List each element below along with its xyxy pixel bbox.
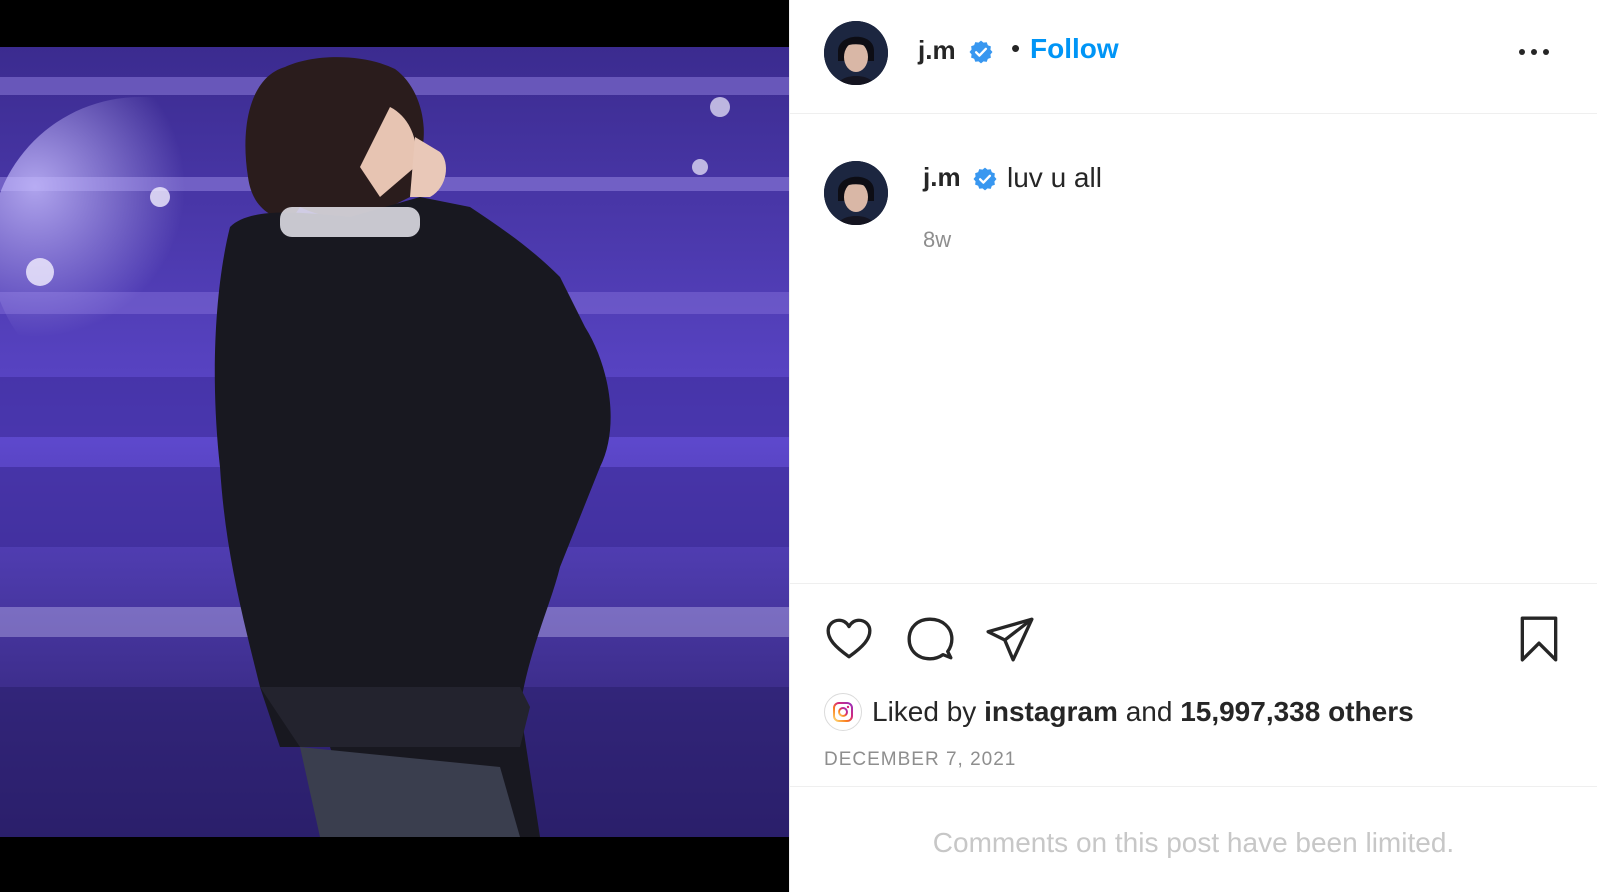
post-sidebar: j.m • Follow j.m luv u all 8w Liked by i…: [789, 0, 1597, 892]
photo-illustration: [0, 47, 789, 837]
follow-button[interactable]: Follow: [1030, 33, 1119, 65]
caption-text: luv u all: [1007, 162, 1102, 193]
caption-avatar[interactable]: [824, 161, 888, 225]
paper-plane-icon[interactable]: [985, 614, 1035, 664]
header-username[interactable]: j.m: [918, 35, 956, 66]
verified-badge-icon: [968, 39, 994, 65]
heart-icon[interactable]: [824, 614, 874, 664]
likes-joiner: and: [1125, 696, 1173, 727]
post-actions: Liked by instagram and 15,997,338 others…: [790, 584, 1597, 784]
post-modal: j.m • Follow j.m luv u all 8w Liked by i…: [0, 0, 1597, 892]
comment-icon[interactable]: [905, 614, 955, 664]
avatar[interactable]: [824, 21, 888, 85]
likes-summary: Liked by instagram and 15,997,338 others: [824, 692, 1414, 732]
more-options-icon[interactable]: [1514, 40, 1554, 64]
caption-section: j.m luv u all 8w: [790, 114, 1597, 584]
post-date[interactable]: DECEMBER 7, 2021: [824, 749, 1016, 771]
bookmark-icon[interactable]: [1514, 614, 1564, 664]
comments-limited-notice: Comments on this post have been limited.: [932, 827, 1455, 858]
post-header: j.m • Follow: [790, 0, 1597, 114]
likes-prefix: Liked by: [872, 696, 977, 727]
comments-section: Comments on this post have been limited.: [790, 786, 1597, 892]
avatar-image: [824, 161, 888, 225]
post-media: [0, 0, 789, 892]
header-separator: •: [1011, 33, 1021, 63]
verified-badge-icon: [972, 166, 998, 192]
caption-username[interactable]: j.m: [923, 162, 961, 193]
likes-others-count[interactable]: 15,997,338 others: [1180, 696, 1414, 728]
caption-timestamp[interactable]: 8w: [923, 227, 951, 253]
likes-first-user[interactable]: instagram: [984, 696, 1118, 728]
post-photo[interactable]: [0, 47, 789, 837]
instagram-logo-icon: [824, 693, 862, 731]
avatar-image: [824, 21, 888, 85]
